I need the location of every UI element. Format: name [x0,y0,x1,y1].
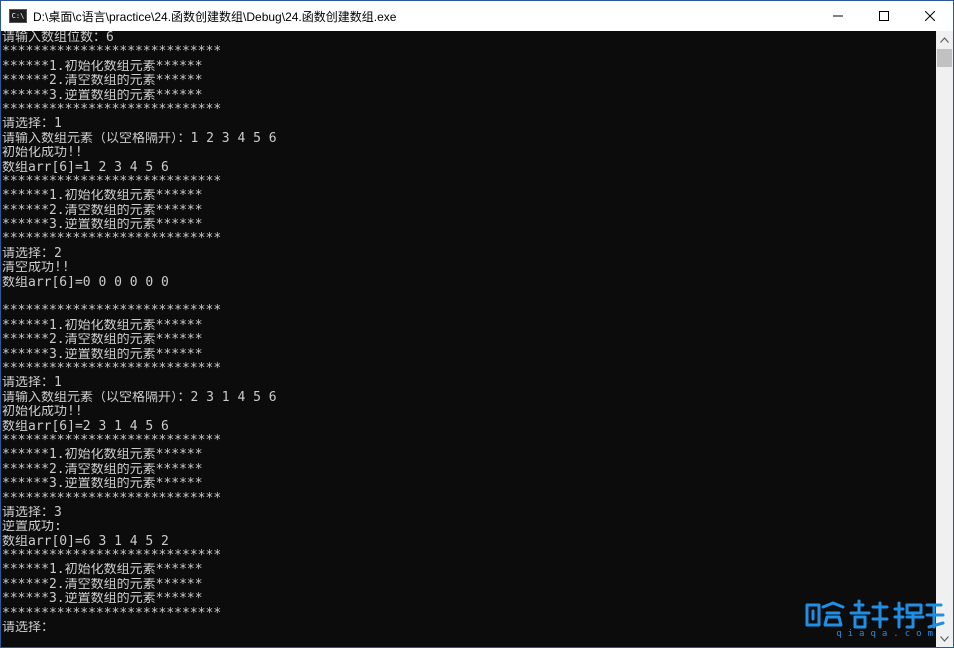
console-line: **************************** [2,232,222,247]
console-line: 数组arr[6]=1 2 3 4 5 6 [2,160,169,175]
maximize-button[interactable] [861,1,907,31]
console-line: **************************** [2,433,222,448]
console-line: 数组arr[6]=2 3 1 4 5 6 [2,419,169,434]
console-line: ******2.清空数组的元素****** [2,203,203,218]
console-line: 请选择：2 [2,246,62,261]
console-line: **************************** [2,45,222,60]
console-line: **************************** [2,304,222,319]
console-line: 请输入数组位数：6 [2,31,114,45]
console-line: ******3.逆置数组的元素****** [2,218,203,233]
console-line: ******1.初始化数组元素****** [2,59,203,74]
console-line: **************************** [2,174,222,189]
console-line: **************************** [2,102,222,117]
console-line: ******2.清空数组的元素****** [2,577,203,592]
console-line: 数组arr[0]=6 3 1 4 5 2 [2,534,169,549]
maximize-icon [879,11,889,21]
console-line: 逆置成功: [2,520,62,535]
scrollbar-thumb[interactable] [937,49,952,67]
console-line: 数组arr[6]=0 0 0 0 0 0 [2,275,169,290]
console-line: ******3.逆置数组的元素****** [2,477,203,492]
console-line: 请输入数组元素（以空格隔开）：2 3 1 4 5 6 [2,390,277,405]
watermark-logo-icon [805,599,945,629]
title-bar[interactable]: C:\ D:\桌面\c语言\practice\24.函数创建数组\Debug\2… [1,1,953,31]
chevron-up-icon [940,36,949,43]
console-line: ******3.逆置数组的元素****** [2,88,203,103]
console-line: **************************** [2,549,222,564]
console-output[interactable]: 请输入数组位数：6 **************************** ***… [1,31,936,647]
console-line: ******1.初始化数组元素****** [2,318,203,333]
console-line: ******1.初始化数组元素****** [2,563,203,578]
console-text: 请输入数组位数：6 **************************** ***… [1,31,936,635]
window-controls [815,1,953,31]
console-line: ******3.逆置数组的元素****** [2,347,203,362]
console-line: 请选择：1 [2,117,62,132]
console-line: 请选择：3 [2,505,62,520]
console-line: ******2.清空数组的元素****** [2,462,203,477]
vertical-scrollbar[interactable] [936,31,953,647]
console-app-icon[interactable]: C:\ [9,9,27,23]
console-line: 初始化成功!! [2,405,83,420]
watermark-logo: qiaqa.com [803,599,949,641]
console-line: 初始化成功!! [2,146,83,161]
console-window: C:\ D:\桌面\c语言\practice\24.函数创建数组\Debug\2… [0,0,954,648]
minimize-icon [833,15,843,17]
window-title: D:\桌面\c语言\practice\24.函数创建数组\Debug\24.函数… [33,9,397,24]
close-icon [925,11,935,21]
close-button[interactable] [907,1,953,31]
console-line: **************************** [2,361,222,376]
console-line: 清空成功!! [2,261,70,276]
console-line: 请选择：1 [2,376,62,391]
console-line: 请选择： [2,621,55,636]
console-line: **************************** [2,491,222,506]
console-line: ******3.逆置数组的元素****** [2,592,203,607]
watermark-domain: qiaqa.com [836,629,939,639]
console-line: ******1.初始化数组元素****** [2,189,203,204]
console-line: 请输入数组元素（以空格隔开）：1 2 3 4 5 6 [2,131,277,146]
console-line: **************************** [2,606,222,621]
scroll-up-button[interactable] [936,31,953,48]
console-line: ******1.初始化数组元素****** [2,448,203,463]
minimize-button[interactable] [815,1,861,31]
console-line: ******2.清空数组的元素****** [2,74,203,89]
console-line: ******2.清空数组的元素****** [2,333,203,348]
